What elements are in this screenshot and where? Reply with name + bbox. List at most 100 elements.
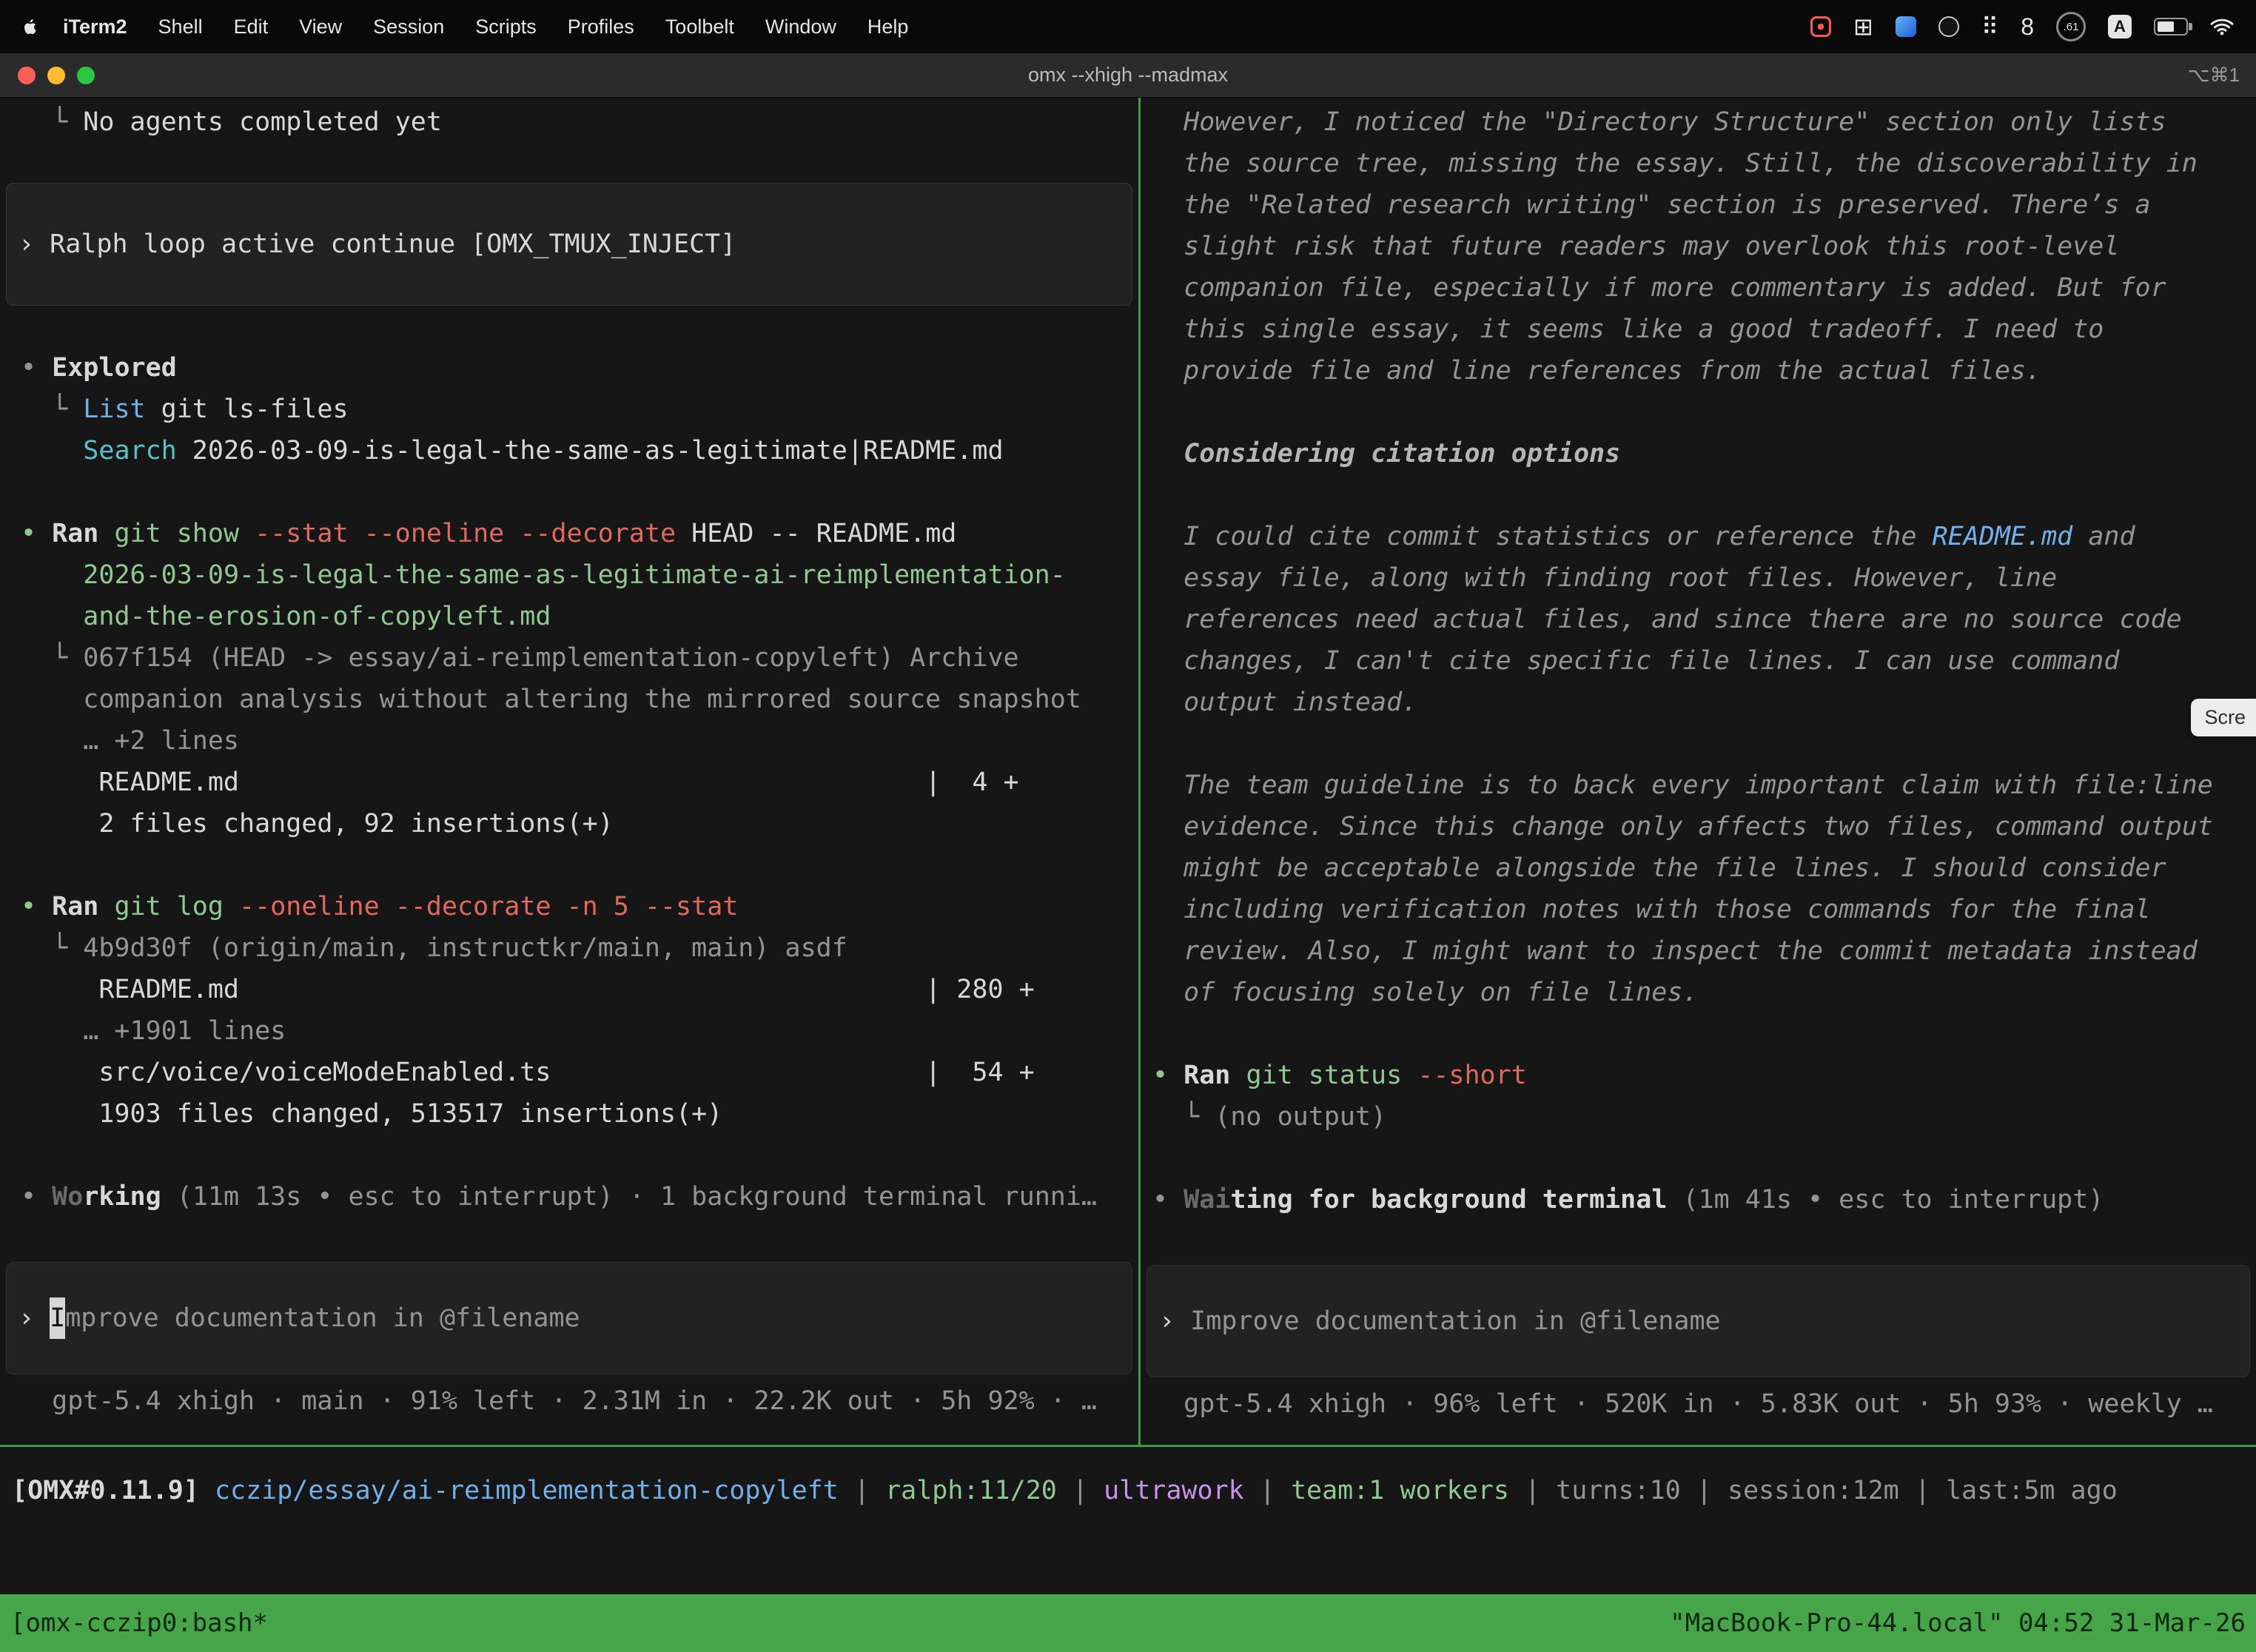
- zoom-button[interactable]: [77, 67, 95, 84]
- text-segment: •: [1152, 1185, 1184, 1215]
- terminal-line: [0, 306, 1138, 347]
- text-segment: |: [1244, 1476, 1291, 1505]
- close-button[interactable]: [18, 67, 36, 84]
- terminal-line: └ 4b9d30f (origin/main, instructkr/main,…: [0, 927, 1138, 969]
- terminal-line: [1141, 723, 2256, 765]
- text-segment: (11m 13s • esc to interrupt): [161, 1182, 614, 1212]
- text-segment: team:1 workers: [1291, 1476, 1509, 1505]
- text-segment: the "Related research writing" section i…: [1152, 190, 2151, 220]
- dark-app-icon[interactable]: [1938, 16, 1959, 37]
- text-segment: --oneline --decorate -n 5 --stat: [239, 892, 738, 921]
- screen-recording-icon[interactable]: [1810, 16, 1831, 37]
- terminal-line: [1141, 1013, 2256, 1055]
- text-segment: Search: [83, 436, 176, 466]
- text-segment: README.md | 280 +: [21, 975, 1035, 1004]
- text-segment: [OMX_TMUX_INJECT]: [471, 229, 736, 259]
- text-segment: Ralph loop active continue: [50, 229, 471, 259]
- terminal-line: … +1901 lines: [0, 1010, 1138, 1052]
- menu-item-session[interactable]: Session: [357, 16, 460, 38]
- text-segment: Wai: [1184, 1185, 1230, 1215]
- cpu-gauge-icon[interactable]: .61: [2056, 12, 2086, 41]
- text-segment: git log: [114, 892, 224, 921]
- text-segment: gpt-5.4 xhigh · main · 91% left · 2.31M …: [21, 1386, 1097, 1416]
- text-segment: [1152, 439, 1184, 469]
- text-segment: [98, 892, 114, 921]
- text-segment: session:12m: [1728, 1476, 1899, 1505]
- text-segment: … +2 lines: [21, 726, 239, 756]
- text-segment: turns:10: [1556, 1476, 1681, 1505]
- text-segment: ultrawork: [1104, 1476, 1244, 1505]
- menu-item-toolbelt[interactable]: Toolbelt: [650, 16, 750, 38]
- left-pane-log: • Explored └ List git ls-files Search 20…: [0, 306, 1138, 1218]
- text-segment: git ls-files: [146, 394, 349, 424]
- text-segment: [21, 602, 83, 631]
- text-segment: └ 4b9d30f (origin/main, instructkr/main,…: [21, 933, 847, 963]
- window-title: omx --xhigh --madmax: [0, 64, 2256, 87]
- right-prompt-input[interactable]: › Improve documentation in @filename: [1147, 1265, 2250, 1377]
- battery-icon[interactable]: [2154, 18, 2188, 36]
- figure-eight-icon[interactable]: 8: [2021, 15, 2034, 38]
- menu-item-window[interactable]: Window: [750, 16, 852, 38]
- terminal-line: [1141, 474, 2256, 516]
- minimize-button[interactable]: [47, 67, 65, 84]
- terminal-line: … +2 lines: [0, 720, 1138, 762]
- menu-item-scripts[interactable]: Scripts: [460, 16, 552, 38]
- left-terminal-pane[interactable]: └ No agents completed yet › Ralph loop a…: [0, 98, 1138, 1445]
- screen-edge-tooltip[interactable]: Scre: [2191, 699, 2256, 736]
- input-source-icon[interactable]: A: [2108, 15, 2132, 38]
- terminal-line: companion file, especially if more comme…: [1141, 267, 2256, 309]
- menu-item-help[interactable]: Help: [852, 16, 924, 38]
- screen: iTerm2 Shell Edit View Session Scripts P…: [0, 0, 2256, 1652]
- grid-app-icon[interactable]: ⊞: [1853, 15, 1873, 38]
- text-segment: |: [1681, 1476, 1728, 1505]
- text-segment: rking: [83, 1182, 161, 1212]
- terminal-line: I could cite commit statistics or refere…: [1141, 516, 2256, 557]
- terminal-line: the "Related research writing" section i…: [1141, 184, 2256, 226]
- text-segment: README.md | 4 +: [21, 768, 1019, 797]
- right-terminal-pane[interactable]: However, I noticed the "Directory Struct…: [1141, 98, 2256, 1445]
- text-segment: references need actual files, and since …: [1152, 605, 2182, 634]
- terminal-line: [1141, 392, 2256, 433]
- text-segment: output instead.: [1152, 688, 1417, 717]
- text-segment: Explored: [52, 353, 177, 383]
- terminal-line: [0, 471, 1138, 513]
- terminal-line: and-the-erosion-of-copyleft.md: [0, 596, 1138, 637]
- omx-status-line: [OMX#0.11.9] cczip/essay/ai-reimplementa…: [0, 1447, 2256, 1511]
- left-prompt-input[interactable]: › I mprove documentation in @filename: [6, 1262, 1132, 1374]
- menu-item-shell[interactable]: Shell: [143, 16, 218, 38]
- menu-item-iterm2[interactable]: iTerm2: [47, 16, 143, 38]
- wifi-icon[interactable]: [2210, 17, 2234, 36]
- right-pane-log: However, I noticed the "Directory Struct…: [1141, 101, 2256, 1220]
- text-segment: └ 067f154 (HEAD -> essay/ai-reimplementa…: [21, 643, 1019, 673]
- dots-grid-icon[interactable]: ⠿: [1981, 15, 1998, 38]
- text-segment: evidence. Since this change only affects…: [1152, 812, 2213, 842]
- menu-bar: iTerm2 Shell Edit View Session Scripts P…: [0, 0, 2256, 53]
- text-segment: └: [21, 394, 83, 424]
- terminal-line: gpt-5.4 xhigh · 96% left · 520K in · 5.8…: [1141, 1383, 2256, 1425]
- prompt-chevron: ›: [1159, 1300, 1190, 1342]
- text-segment: and: [2072, 522, 2135, 551]
- menu-item-edit[interactable]: Edit: [218, 16, 284, 38]
- menu-item-view[interactable]: View: [283, 16, 357, 38]
- terminal-line: └ List git ls-files: [0, 389, 1138, 430]
- apple-menu-icon[interactable]: [18, 13, 43, 40]
- terminal-line: • Ran git log --oneline --decorate -n 5 …: [0, 886, 1138, 927]
- text-segment: •: [21, 1182, 52, 1212]
- blue-app-icon[interactable]: [1896, 16, 1916, 37]
- terminal-line: src/voice/voiceModeEnabled.ts | 54 +: [0, 1052, 1138, 1093]
- terminal-line: references need actual files, and since …: [1141, 599, 2256, 640]
- terminal-line: └ (no output): [1141, 1096, 2256, 1138]
- menu-item-profiles[interactable]: Profiles: [552, 16, 650, 38]
- terminal-line: [0, 845, 1138, 886]
- text-segment: changes, I can't cite specific file line…: [1152, 646, 2119, 676]
- text-segment: companion analysis without altering the …: [21, 685, 1081, 714]
- tmux-session-label: [omx-cczip0:bash*: [10, 1608, 268, 1638]
- terminal-line: provide file and line references from th…: [1141, 350, 2256, 392]
- text-segment: --short: [1417, 1061, 1527, 1090]
- left-pane-top-lines: └ No agents completed yet: [0, 101, 1138, 143]
- window-title-bar[interactable]: omx --xhigh --madmax ⌥⌘1: [0, 53, 2256, 98]
- text-segment: README.md: [1933, 522, 2073, 551]
- terminal-line: [0, 1135, 1138, 1176]
- text-segment: └ (no output): [1152, 1102, 1386, 1132]
- terminal-line: evidence. Since this change only affects…: [1141, 806, 2256, 847]
